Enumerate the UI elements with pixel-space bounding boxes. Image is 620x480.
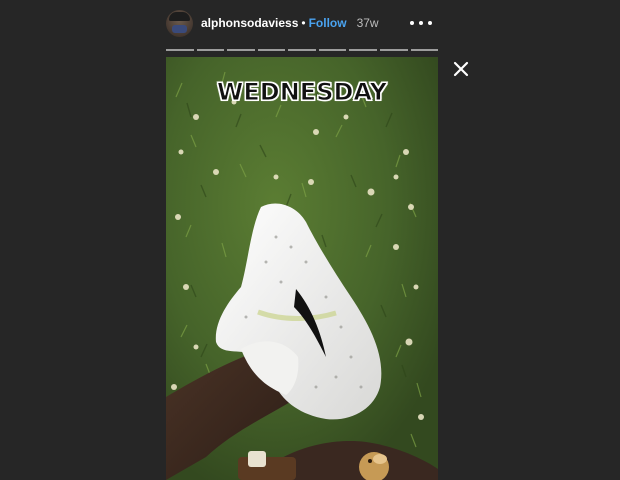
progress-segment — [349, 49, 377, 51]
progress-segment — [227, 49, 255, 51]
progress-segment — [166, 49, 194, 51]
story-header: alphonsodaviess • Follow 37w — [166, 9, 438, 37]
progress-segment — [257, 49, 286, 51]
follow-button[interactable]: Follow — [309, 16, 347, 30]
progress-segment — [288, 49, 316, 51]
avatar[interactable] — [166, 9, 193, 37]
story-viewer: WEDNESDAY alphonsodaviess • Follow 37w — [0, 0, 620, 480]
more-dot — [410, 21, 414, 25]
more-dot — [419, 21, 423, 25]
post-time: 37w — [356, 16, 379, 30]
avatar-cap — [169, 11, 190, 21]
story-photo — [166, 57, 438, 480]
separator-dot: • — [301, 16, 306, 30]
progress-segment — [379, 49, 408, 51]
progress-segment — [196, 49, 225, 51]
story-caption: WEDNESDAY — [216, 78, 388, 107]
username-link[interactable]: alphonsodaviess — [201, 16, 298, 30]
close-icon[interactable] — [452, 60, 470, 78]
progress-segment — [318, 49, 347, 51]
story-progress-bar — [166, 49, 439, 51]
story-image[interactable]: WEDNESDAY — [166, 57, 438, 480]
more-dot — [428, 21, 432, 25]
progress-segment — [410, 49, 439, 51]
avatar-mask — [172, 24, 187, 33]
more-options-icon[interactable] — [410, 14, 432, 32]
